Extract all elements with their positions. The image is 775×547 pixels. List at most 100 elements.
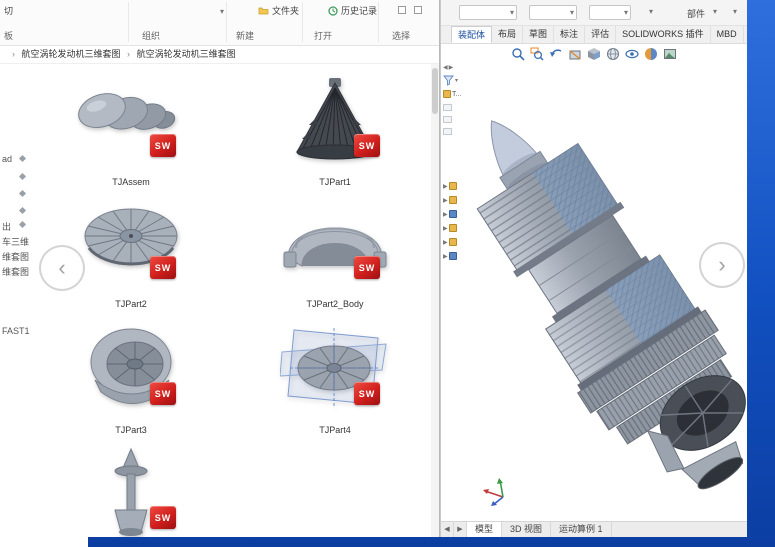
chevron-right-icon: › [12,49,15,59]
file-tjassem[interactable]: SW TJAssem [36,74,226,194]
file-tjpart3[interactable]: SW TJPart3 [36,322,226,442]
clipboard-caret-icon[interactable]: ▾ [220,7,224,16]
component-icon [448,224,457,232]
tab-layout[interactable]: 布局 [492,26,524,43]
previous-view-icon[interactable] [549,47,564,61]
edit-appearance-icon[interactable] [644,47,659,61]
tab-3d-views[interactable]: 3D 视图 [502,522,552,537]
toolbar-dropdown[interactable]: ▾ [589,5,631,20]
chevron-right-icon: › [127,49,131,59]
file-tjpart2-body[interactable]: SW TJPart2_Body [240,196,430,316]
tree-component[interactable]: ▶ [443,182,457,190]
tab-sketch[interactable]: 草图 [523,26,555,43]
group-new: 新建 [236,31,255,41]
sidebar-item[interactable]: FAST1 [2,326,30,336]
display-style-icon[interactable] [606,47,621,61]
toolbar-caret-icon[interactable]: ▾ [713,7,717,16]
sidebar-item[interactable]: 出 [2,220,11,233]
group-organize: 组织 [142,31,161,41]
zoom-fit-icon[interactable] [511,47,526,61]
tab-motion-study-1[interactable]: 运动算例 1 [551,522,612,537]
toolbar-dropdown[interactable]: ▾ [529,5,577,20]
tree-component[interactable]: ▶ [443,210,457,218]
file-tjpart4[interactable]: SW TJPart4 [240,322,430,442]
scroll-right-icon[interactable]: ▶ [449,64,454,71]
tab-addins[interactable]: SOLIDWORKS 插件 [616,26,711,43]
file-tjpart1[interactable]: SW TJPart1 [240,74,430,194]
tree-component[interactable]: ▶ [443,224,457,232]
toolbar-dropdown[interactable]: ▾ [459,5,517,20]
section-view-icon[interactable] [568,47,583,61]
scrollbar-thumb[interactable] [432,68,438,114]
file-explorer-window: 切 ▾ 文件夹 历史记录 板 组织 新建 打开 选择 › 航空涡轮发动机三维套图… [0,0,440,537]
file-name: TJPart2 [115,299,147,309]
ribbon-separator [128,2,129,42]
view-orientation-icon[interactable] [587,47,602,61]
solidworks-file-icon: SW [150,134,176,157]
pin-icon [18,154,27,163]
engine-3d-model[interactable] [461,72,746,521]
breadcrumb-item[interactable]: 航空涡轮发动机三维套图 [22,49,121,59]
history-button[interactable]: 历史记录 [328,4,377,17]
carousel-next-button[interactable]: › [699,242,745,288]
tree-root-label: T... [452,90,462,98]
solidworks-file-icon: SW [150,382,176,405]
featuremanager-tree: ◀ ▶ ▾ T... ▶ ▶ ▶ ▶ ▶ ▶ [442,64,462,519]
sidebar-item[interactable]: 车三维 [2,235,29,248]
components-label[interactable]: 部件 [687,7,705,20]
sidebar-item[interactable]: ad [2,154,12,164]
sidebar-item[interactable]: 维套图 [2,250,29,263]
tab-markup[interactable]: 标注 [554,26,586,43]
pane-scroll-arrows[interactable]: ◀ ▶ [443,64,453,71]
bottom-tab-bar: ◀ ▶ 模型 3D 视图 运动算例 1 [441,521,747,537]
tree-component[interactable]: ▶ [443,238,457,246]
new-folder-button[interactable]: 文件夹 [258,4,299,17]
ribbon-separator [226,2,227,42]
select-all-icon[interactable] [398,6,406,14]
tab-scroll-left-icon[interactable]: ◀ [441,522,454,537]
carousel-prev-button[interactable]: ‹ [39,245,85,291]
pin-icon [18,189,27,198]
component-icon [448,182,457,190]
pin-icon [18,172,27,181]
file-name: TJPart3 [115,425,147,435]
solidworks-file-icon: SW [354,134,380,157]
zoom-area-icon[interactable] [530,47,545,61]
file-name: TJPart4 [319,425,351,435]
tree-item[interactable] [443,104,452,111]
tab-assembly[interactable]: 装配体 [451,26,493,43]
invert-selection-icon[interactable] [414,6,422,14]
view-settings-icon[interactable] [663,47,678,61]
folder-icon [258,7,269,15]
sidebar-item[interactable]: 维套图 [2,265,29,278]
file-grid: SW TJAssem SW TJPart1 SW TJPart2 SW TJPa… [30,64,430,537]
file-item-partial[interactable]: SW [36,446,226,537]
toolbar-caret-icon[interactable]: ▾ [733,7,737,16]
explorer-sidebar: ad 出 车三维 维套图 维套图 FAST1 [0,64,30,537]
chevron-right-icon: › [718,252,726,277]
cut-button[interactable]: 切 [4,4,13,17]
solidworks-toolbar: ▾ ▾ ▾ ▾ 部件 ▾ ▾ [441,0,747,26]
group-clipboard: 板 [4,31,14,41]
breadcrumb: › 航空涡轮发动机三维套图 › 航空涡轮发动机三维套图 [0,46,439,64]
hide-show-items-icon[interactable] [625,47,640,61]
pin-icon [18,220,27,229]
tree-root-item[interactable]: T... [443,90,461,98]
tab-evaluate[interactable]: 评估 [585,26,617,43]
group-select: 选择 [392,31,411,41]
tree-filter[interactable]: ▾ [443,75,458,86]
tree-item[interactable] [443,116,452,123]
toolbar-caret-icon[interactable]: ▾ [649,7,653,16]
tree-item[interactable] [443,128,452,135]
tab-mbd[interactable]: MBD [711,26,744,43]
breadcrumb-item[interactable]: 航空涡轮发动机三维套图 [137,49,236,59]
scroll-left-icon[interactable]: ◀ [443,64,448,71]
tab-model[interactable]: 模型 [467,522,503,537]
explorer-scrollbar[interactable] [431,64,439,537]
tab-scroll-right-icon[interactable]: ▶ [454,522,467,537]
solidworks-file-icon: SW [354,382,380,405]
tree-component[interactable]: ▶ [443,196,457,204]
solidworks-file-icon: SW [354,256,380,279]
tree-component[interactable]: ▶ [443,252,457,260]
graphics-viewport[interactable]: › [461,64,746,521]
